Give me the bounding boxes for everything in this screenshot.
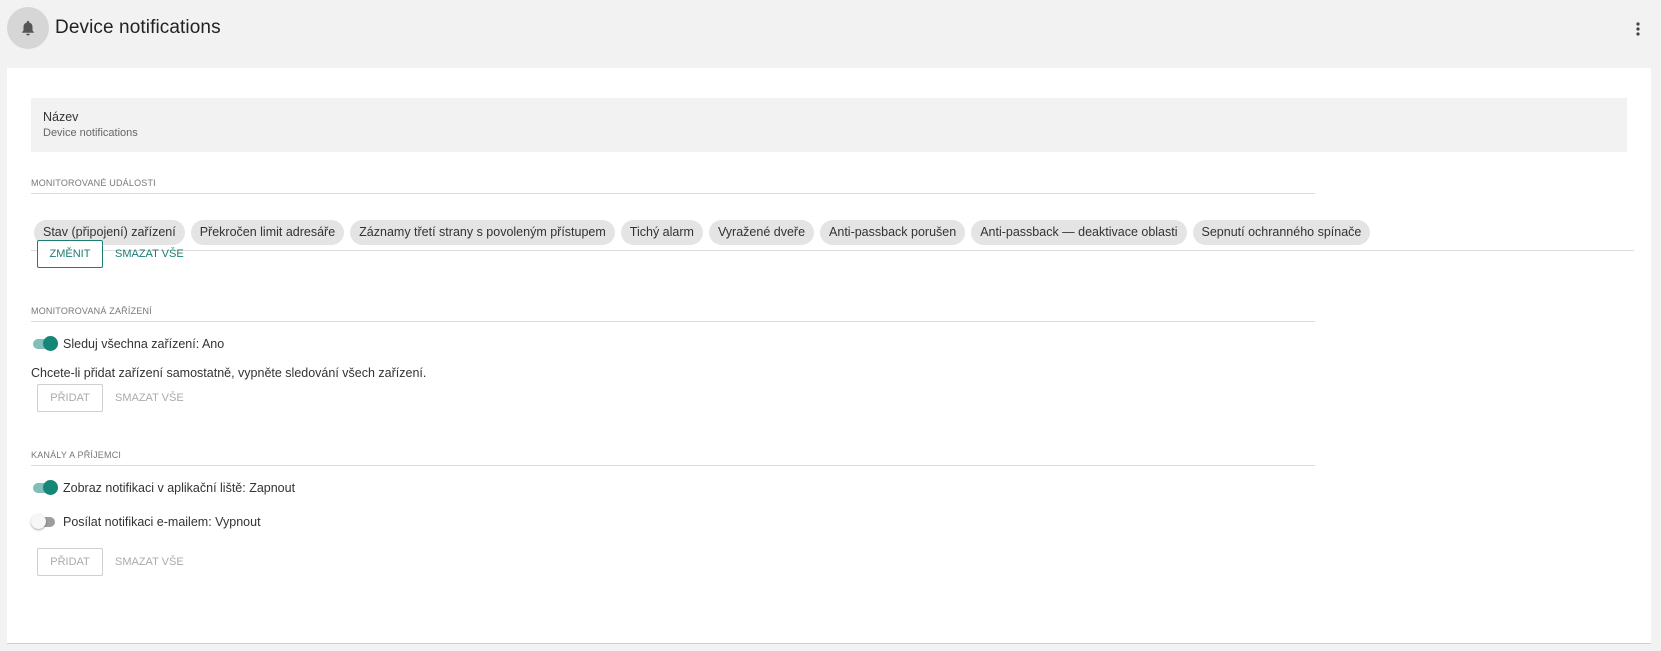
add-device-button[interactable]: Přidat	[37, 384, 103, 412]
event-chip[interactable]: Záznamy třetí strany s povoleným přístup…	[350, 220, 615, 245]
bell-icon	[22, 20, 34, 36]
monitor-all-devices-row: Sleduj všechna zařízení: Ano	[31, 335, 224, 353]
settings-card: Název Device notifications Monitorované …	[7, 68, 1651, 644]
monitor-all-devices-label: Sleduj všechna zařízení: Ano	[63, 337, 225, 351]
event-chip[interactable]: Anti-passback — deaktivace oblasti	[971, 220, 1187, 245]
events-chip-list: Stav (připojení) zařízení Překročen limi…	[34, 220, 1371, 246]
more-menu-button[interactable]	[1628, 17, 1648, 41]
change-events-button[interactable]: Změnit	[37, 240, 103, 268]
clear-events-button[interactable]: Smazat vše	[115, 240, 184, 268]
monitor-all-devices-toggle[interactable]	[31, 335, 58, 353]
email-notification-toggle[interactable]	[31, 513, 57, 531]
page-title: Device notifications	[55, 17, 221, 38]
more-vert-icon	[1636, 22, 1640, 36]
channels-section-divider	[31, 465, 1315, 466]
email-notification-label: Posílat notifikaci e-mailem: Vypnout	[63, 515, 261, 529]
avatar	[7, 7, 49, 49]
event-chip[interactable]: Anti-passback porušen	[820, 220, 966, 245]
add-recipient-button[interactable]: Přidat	[37, 548, 103, 576]
name-field-value: Device notifications	[43, 127, 138, 139]
channels-section-title: Kanály a příjemci	[31, 450, 122, 460]
clear-recipients-button[interactable]: Smazat vše	[115, 548, 184, 576]
app-bar-notification-row: Zobraz notifikaci v aplikační liště: Zap…	[31, 479, 295, 497]
devices-section-title: Monitorovaná zařízení	[31, 306, 152, 316]
devices-section-divider	[31, 321, 1315, 322]
chips-divider	[31, 250, 1634, 251]
event-chip[interactable]: Tichý alarm	[620, 220, 703, 245]
devices-hint: Chcete-li přidat zařízení samostatně, vy…	[31, 366, 427, 380]
events-section-divider	[31, 193, 1315, 194]
events-section-title: Monitorované události	[31, 178, 156, 188]
clear-devices-button[interactable]: Smazat vše	[115, 384, 184, 412]
event-chip[interactable]: Vyražené dveře	[708, 220, 815, 245]
event-chip[interactable]: Sepnutí ochranného spínače	[1192, 220, 1371, 245]
app-bar-notification-label: Zobraz notifikaci v aplikační liště: Zap…	[63, 481, 296, 495]
email-notification-row: Posílat notifikaci e-mailem: Vypnout	[31, 513, 261, 531]
app-bar-notification-toggle[interactable]	[31, 479, 58, 497]
event-chip[interactable]: Překročen limit adresáře	[190, 220, 345, 245]
name-field-label: Název	[43, 110, 79, 124]
page-header: Device notifications	[0, 0, 1661, 60]
name-field[interactable]: Název Device notifications	[31, 98, 1627, 152]
